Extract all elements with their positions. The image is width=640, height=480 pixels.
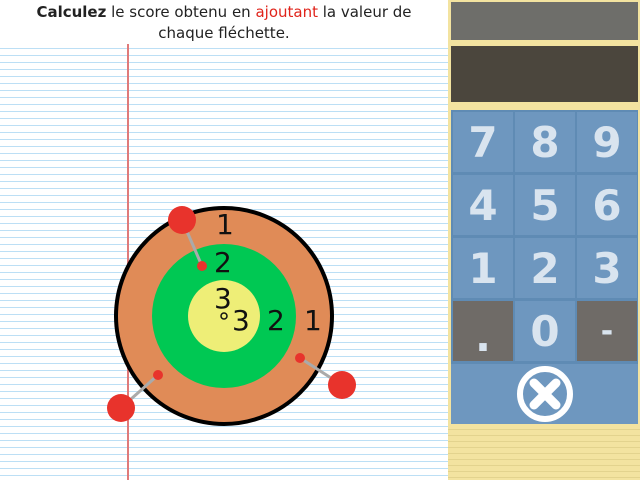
key-7[interactable]: 7 bbox=[453, 112, 513, 172]
key-0[interactable]: 0 bbox=[515, 301, 575, 361]
panel-footer bbox=[448, 424, 640, 480]
key-decimal-point[interactable]: . bbox=[453, 301, 513, 361]
key-4[interactable]: 4 bbox=[453, 175, 513, 235]
dart-head bbox=[168, 206, 196, 234]
numeric-keypad: 7 8 9 4 5 6 1 2 3 . 0 - bbox=[451, 110, 638, 424]
instruction-text: Calculez le score obtenu en ajoutant la … bbox=[0, 0, 448, 44]
answer-display bbox=[451, 2, 638, 40]
key-1[interactable]: 1 bbox=[453, 238, 513, 298]
dart-tip bbox=[197, 261, 207, 271]
instruction-keyword: ajoutant bbox=[255, 3, 318, 21]
score-label-inner-top: 3 bbox=[214, 282, 232, 315]
work-display bbox=[451, 46, 638, 102]
instruction-middle: le score obtenu en bbox=[106, 3, 256, 21]
instruction-verb: Calculez bbox=[36, 3, 107, 21]
key-8[interactable]: 8 bbox=[515, 112, 575, 172]
dart-tip bbox=[295, 353, 305, 363]
dartboard: 1 2 3 3 2 1 bbox=[107, 206, 356, 426]
close-circle-icon bbox=[516, 366, 573, 422]
key-3[interactable]: 3 bbox=[577, 238, 637, 298]
key-5[interactable]: 5 bbox=[515, 175, 575, 235]
dart-head bbox=[328, 371, 356, 399]
key-minus[interactable]: - bbox=[577, 301, 637, 361]
score-label-outer-right: 1 bbox=[304, 304, 322, 337]
score-label-inner-right: 3 bbox=[232, 304, 250, 337]
clear-button[interactable] bbox=[451, 364, 638, 424]
key-2[interactable]: 2 bbox=[515, 238, 575, 298]
dart-tip bbox=[153, 370, 163, 380]
dart-head bbox=[107, 394, 135, 422]
key-6[interactable]: 6 bbox=[577, 175, 637, 235]
score-label-middle-right: 2 bbox=[267, 304, 285, 337]
score-label-middle-top: 2 bbox=[214, 246, 232, 279]
key-9[interactable]: 9 bbox=[577, 112, 637, 172]
score-label-outer-top: 1 bbox=[216, 208, 234, 241]
